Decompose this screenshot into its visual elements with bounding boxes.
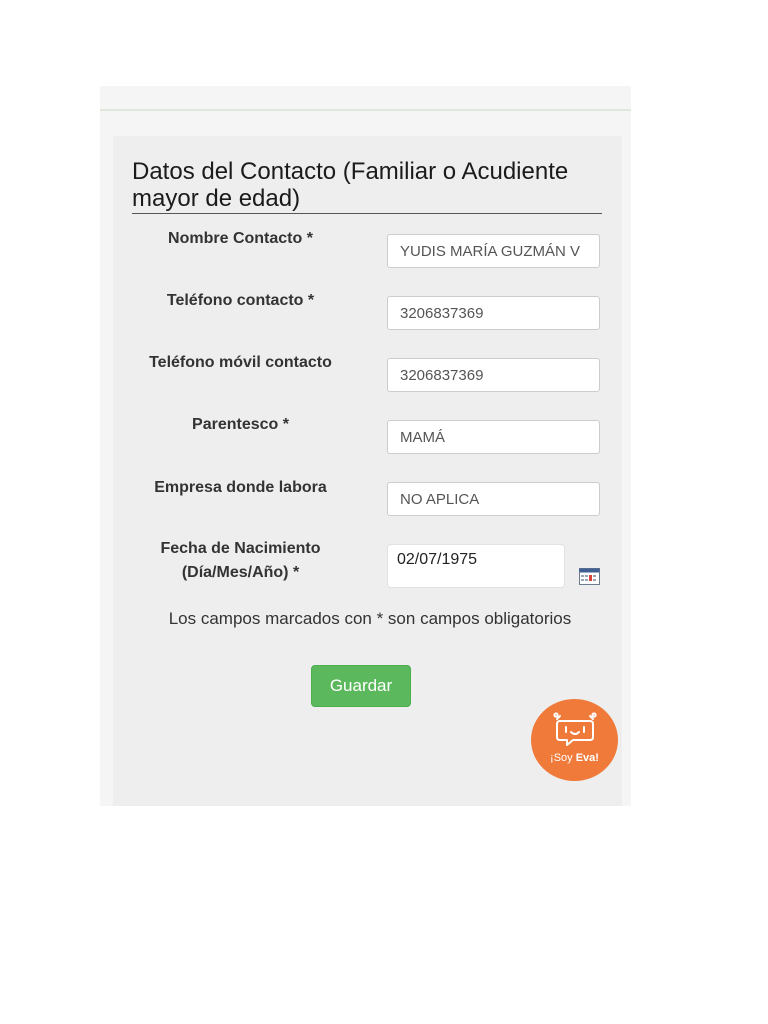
contact-mobile-input[interactable] [387, 358, 600, 392]
eva-label: ¡Soy Eva! [531, 752, 618, 764]
employer-input[interactable] [387, 482, 600, 516]
contact-mobile-label: Teléfono móvil contacto [149, 354, 332, 371]
birthdate-label: Fecha de Nacimiento (Día/Mes/Año) * [133, 537, 348, 585]
birthdate-input[interactable] [387, 544, 565, 588]
eva-assistant-button[interactable]: ¡Soy Eva! [531, 699, 618, 781]
eva-greeting: ¡Soy [550, 752, 576, 764]
eva-name: Eva! [575, 752, 599, 764]
contact-name-input[interactable] [387, 234, 600, 268]
birthdate-label-line2: (Día/Mes/Año) * [181, 564, 300, 581]
required-fields-note: Los campos marcados con * son campos obl… [168, 609, 572, 628]
employer-label: Empresa donde labora [154, 479, 327, 496]
contact-name-label: Nombre Contacto * [168, 230, 313, 247]
save-button[interactable]: Guardar [311, 665, 411, 707]
robot-chat-icon [553, 712, 597, 746]
form-title: Datos del Contacto (Familiar o Acudiente… [132, 158, 602, 214]
header-divider [100, 109, 631, 111]
relationship-label: Parentesco * [192, 416, 289, 433]
contact-form-panel: Datos del Contacto (Familiar o Acudiente… [113, 136, 622, 806]
relationship-input[interactable] [387, 420, 600, 454]
calendar-icon[interactable] [579, 568, 600, 585]
birthdate-label-line1: Fecha de Nacimiento [160, 540, 321, 557]
contact-phone-label: Teléfono contacto * [166, 292, 315, 309]
page-container: Datos del Contacto (Familiar o Acudiente… [100, 86, 631, 806]
contact-phone-input[interactable] [387, 296, 600, 330]
